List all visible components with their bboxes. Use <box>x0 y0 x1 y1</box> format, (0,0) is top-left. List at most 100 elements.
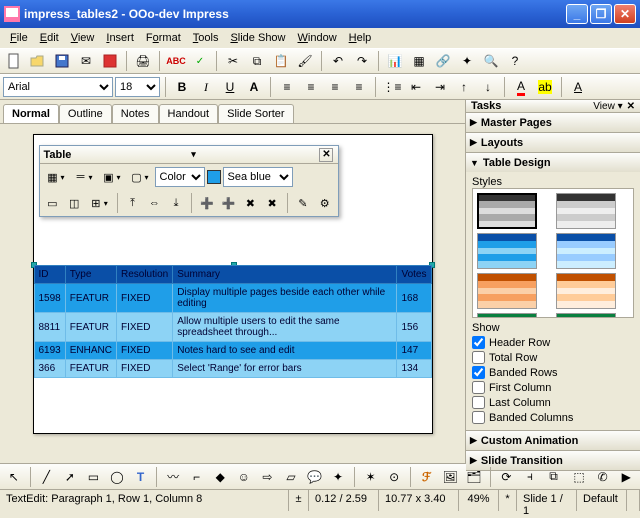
section-custom-anim[interactable]: ▶Custom Animation <box>466 431 640 450</box>
style-thumb[interactable] <box>556 233 616 269</box>
fill-type-combo[interactable]: Color <box>155 167 205 187</box>
table-design-button[interactable]: ✎ <box>293 193 313 213</box>
interaction-tool[interactable]: ✆ <box>592 466 614 488</box>
paste-button[interactable]: 📋 <box>270 50 292 72</box>
table-grid-button[interactable]: ▦ <box>43 167 63 187</box>
block-arrows-tool[interactable]: ⇨ <box>257 466 279 488</box>
style-thumb[interactable] <box>477 233 537 269</box>
align-center-button[interactable]: ≡ <box>300 76 322 98</box>
menu-help[interactable]: Help <box>343 30 378 46</box>
valign-mid-button[interactable]: ⇔ <box>144 193 164 213</box>
italic-button[interactable]: I <box>195 76 217 98</box>
table-row[interactable]: 1598 FEATUR FIXED Display multiple pages… <box>34 284 431 313</box>
font-size-combo[interactable]: 18 <box>115 77 160 97</box>
delete-col-button[interactable]: ✖ <box>262 193 282 213</box>
style-thumb[interactable] <box>477 273 537 309</box>
merge-cells-button[interactable]: ▭ <box>43 193 63 213</box>
zoom-button[interactable]: 🔍 <box>480 50 502 72</box>
styles-list[interactable] <box>472 188 634 318</box>
undo-button[interactable]: ↶ <box>327 50 349 72</box>
copy-button[interactable]: ⧉ <box>246 50 268 72</box>
chk-total-row[interactable]: Total Row <box>472 351 634 364</box>
new-button[interactable] <box>3 50 25 72</box>
maximize-button[interactable]: ❐ <box>590 4 612 24</box>
points-tool[interactable]: ✶ <box>360 466 382 488</box>
help-button[interactable]: ? <box>504 50 526 72</box>
tab-outline[interactable]: Outline <box>59 104 112 123</box>
bullets-button[interactable]: ⋮≡ <box>381 76 403 98</box>
ellipse-tool[interactable]: ◯ <box>106 466 128 488</box>
tasks-close[interactable]: ✕ <box>627 101 635 112</box>
resize-grip[interactable] <box>627 490 640 511</box>
menu-tools[interactable]: Tools <box>187 30 225 46</box>
line-style-button[interactable]: ═ <box>71 167 91 187</box>
section-master-pages[interactable]: ▶Master Pages <box>466 113 640 132</box>
glue-tool[interactable]: ⊙ <box>383 466 405 488</box>
chk-last-col[interactable]: Last Column <box>472 396 634 409</box>
chk-banded-rows[interactable]: Banded Rows <box>472 366 634 379</box>
redo-button[interactable]: ↷ <box>351 50 373 72</box>
table-row[interactable]: 8811 FEATUR FIXED Allow multiple users t… <box>34 313 431 342</box>
col-votes[interactable]: Votes <box>397 266 431 284</box>
border-color-button[interactable]: ▢ <box>127 167 147 187</box>
style-thumb[interactable] <box>477 313 537 318</box>
pdf-button[interactable] <box>99 50 121 72</box>
basic-shapes-tool[interactable]: ◆ <box>209 466 231 488</box>
insert-col-button[interactable]: ➕ <box>219 193 239 213</box>
borders-button[interactable]: ▣ <box>99 167 119 187</box>
col-summary[interactable]: Summary <box>173 266 397 284</box>
print-button[interactable]: 🖨 <box>132 50 154 72</box>
symbol-shapes-tool[interactable]: ☺ <box>233 466 255 488</box>
table-props-button[interactable]: ⚙ <box>315 193 335 213</box>
fontwork-tool[interactable]: ℱ <box>416 466 438 488</box>
font-name-combo[interactable]: Arial <box>3 77 113 97</box>
style-thumb[interactable] <box>556 313 616 318</box>
tab-normal[interactable]: Normal <box>3 104 59 123</box>
table-row[interactable]: 366 FEATUR FIXED Select 'Range' for erro… <box>34 360 431 378</box>
navigator-button[interactable]: ✦ <box>456 50 478 72</box>
status-zoom[interactable]: 49% <box>459 490 499 511</box>
section-table-design[interactable]: ▼Table Design <box>466 153 640 172</box>
demote-button[interactable]: ⇥ <box>429 76 451 98</box>
menu-format[interactable]: Format <box>140 30 187 46</box>
stars-tool[interactable]: ✦ <box>327 466 349 488</box>
table-button[interactable]: ▦ <box>408 50 430 72</box>
gallery-tool[interactable]: 🗂 <box>463 466 485 488</box>
tasks-view-menu[interactable]: View ▾ <box>593 101 622 112</box>
section-layouts[interactable]: ▶Layouts <box>466 133 640 152</box>
rotate-tool[interactable]: ⟳ <box>496 466 518 488</box>
col-res[interactable]: Resolution <box>116 266 172 284</box>
chk-first-col[interactable]: First Column <box>472 381 634 394</box>
font-color-button[interactable]: A <box>510 76 532 98</box>
slide-canvas[interactable]: Table ▾ ✕ ▦▾ ═▾ ▣▾ ▢▾ Color Sea blue <box>33 134 433 434</box>
style-thumb[interactable] <box>556 193 616 229</box>
chk-header-row[interactable]: Header Row <box>472 336 634 349</box>
slide-table[interactable]: ID Type Resolution Summary Votes 1598 FE… <box>34 265 432 378</box>
tab-notes[interactable]: Notes <box>112 104 159 123</box>
cut-button[interactable]: ✂ <box>222 50 244 72</box>
text-tool[interactable]: T <box>130 466 152 488</box>
bold-button[interactable]: B <box>171 76 193 98</box>
open-button[interactable] <box>27 50 49 72</box>
valign-top-button[interactable]: ⤒ <box>123 193 143 213</box>
chart-button[interactable]: 📊 <box>384 50 406 72</box>
flowchart-tool[interactable]: ▱ <box>280 466 302 488</box>
char-dialog-button[interactable]: A <box>567 76 589 98</box>
shadow-button[interactable]: A <box>243 76 265 98</box>
hyperlink-button[interactable]: 🔗 <box>432 50 454 72</box>
chk-banded-cols[interactable]: Banded Columns <box>472 411 634 424</box>
menu-view[interactable]: View <box>65 30 101 46</box>
connector-tool[interactable]: ⌐ <box>186 466 208 488</box>
align-tool[interactable]: ⫞ <box>519 466 541 488</box>
minimize-button[interactable]: _ <box>566 4 588 24</box>
menu-file[interactable]: File <box>4 30 34 46</box>
promote-button[interactable]: ⇤ <box>405 76 427 98</box>
col-id[interactable]: ID <box>34 266 65 284</box>
valign-bottom-button[interactable]: ⤓ <box>166 193 186 213</box>
table-row[interactable]: 6193 ENHANC FIXED Notes hard to see and … <box>34 342 431 360</box>
underline-button[interactable]: U <box>219 76 241 98</box>
table-toolbar-window[interactable]: Table ▾ ✕ ▦▾ ═▾ ▣▾ ▢▾ Color Sea blue <box>39 145 339 217</box>
spellcheck-button[interactable]: ABC <box>165 50 187 72</box>
highlight-button[interactable]: ab <box>534 76 556 98</box>
select-tool[interactable]: ↖ <box>3 466 25 488</box>
